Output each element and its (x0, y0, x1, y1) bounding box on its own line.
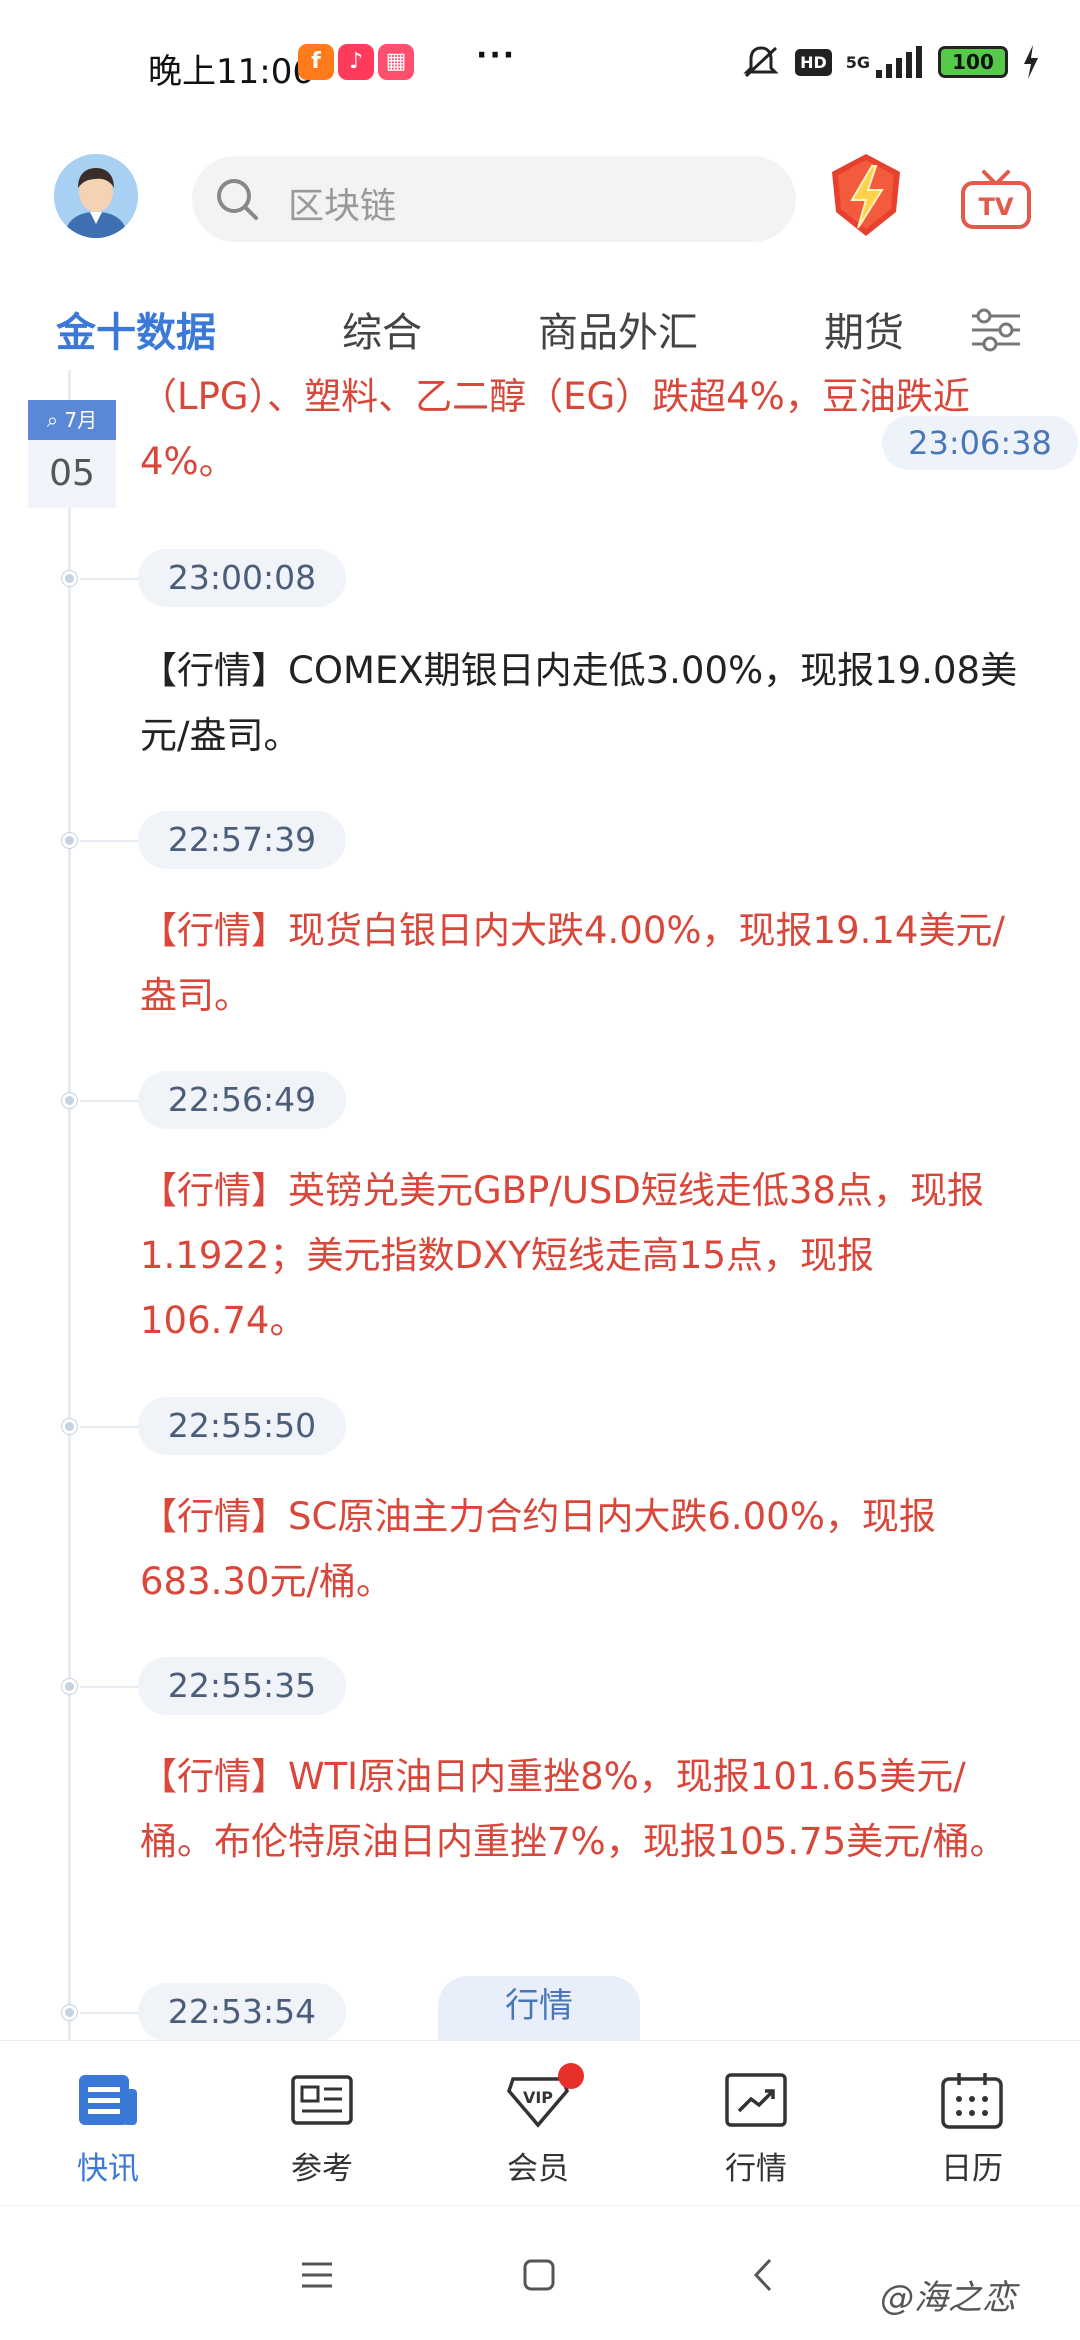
notification-dot (558, 2063, 584, 2089)
timeline-connector (80, 840, 140, 842)
timeline-connector (80, 578, 140, 580)
timeline-dot (62, 833, 77, 848)
nav-label: 会员 (507, 2151, 569, 2187)
system-navigation-bar: @海之恋 (0, 2205, 1080, 2340)
status-indicators: HD 5G 100 (741, 42, 1040, 82)
news-time: 22:55:35 (138, 1657, 346, 1715)
tab-commodities-forex[interactable]: 商品外汇 (538, 300, 698, 358)
timeline-dot (62, 1093, 77, 1108)
hd-icon: HD (795, 48, 832, 76)
timeline-connector (80, 1426, 140, 1428)
news-icon (79, 2075, 137, 2125)
tab-jin10-data[interactable]: 金十数据 (56, 300, 216, 358)
nav-label: 行情 (725, 2151, 787, 2187)
back-icon[interactable] (740, 2250, 790, 2300)
market-filter-tag[interactable]: 行情 (438, 1976, 640, 2040)
filter-settings-icon[interactable] (968, 308, 1024, 352)
nav-reference[interactable]: 参考 (252, 2071, 392, 2188)
menu-icon[interactable] (292, 2250, 342, 2300)
reference-icon (291, 2075, 353, 2125)
mute-icon (743, 46, 779, 78)
date-badge: ⌕ 7月 05 (28, 400, 116, 508)
timeline-dot (62, 1679, 77, 1694)
timeline-connector (80, 1100, 140, 1102)
news-feed[interactable]: （LPG）、塑料、乙二醇（EG）跌超4%，豆油跌近4%。 ⌕ 7月 05 23:… (0, 370, 1080, 2040)
news-item-text[interactable]: 【行情】英镑兑美元GBP/USD短线走低38点，现报1.1922；美元指数DXY… (140, 1158, 1020, 1353)
network-type: 5G (845, 52, 870, 72)
timeline-dot (62, 571, 77, 586)
tab-general[interactable]: 综合 (342, 300, 422, 358)
timeline-connector (80, 1686, 140, 1688)
nav-label: 参考 (291, 2151, 353, 2187)
date-month: ⌕ 7月 (28, 400, 116, 440)
nav-label: 日历 (941, 2151, 1003, 2187)
home-icon[interactable] (514, 2250, 564, 2300)
news-time: 22:56:49 (138, 1071, 346, 1129)
battery-icon: 100 (938, 46, 1008, 78)
calendar-icon (941, 2073, 1003, 2129)
signal-icon (876, 46, 922, 78)
charging-icon (1024, 45, 1038, 79)
news-item-text[interactable]: 【行情】现货白银日内大跌4.00%，现报19.14美元/盎司。 (140, 898, 1020, 1028)
app-grid-icon: ▦ (378, 44, 414, 80)
search-bar[interactable]: 区块链 (192, 156, 796, 242)
more-notifications-icon: ··· (476, 38, 517, 73)
nav-flash-news[interactable]: 快讯 (38, 2071, 178, 2188)
news-time: 22:53:54 (138, 1983, 346, 2040)
news-item-text[interactable]: 【行情】SC原油主力合约日内大跌6.00%，现报683.30元/桶。 (140, 1484, 1020, 1614)
news-item-text[interactable]: 【行情】WTI原油日内重挫8%，现报101.65美元/桶。布伦特原油日内重挫7%… (140, 1744, 1020, 1874)
svg-text:VIP: VIP (523, 2088, 553, 2107)
search-small-icon: ⌕ (46, 408, 59, 432)
timeline-dot (62, 2005, 77, 2020)
news-time: 22:55:50 (138, 1397, 346, 1455)
category-tabs: 金十数据 综合 商品外汇 期货 (0, 290, 1080, 370)
news-item-text[interactable]: 【行情】COMEX期银日内走低3.00%，现报19.08美元/盎司。 (140, 638, 1020, 768)
tv-icon[interactable]: TV (960, 170, 1032, 230)
tab-futures[interactable]: 期货 (824, 300, 904, 358)
current-time-badge: 23:06:38 (882, 416, 1078, 470)
date-month-label: 7月 (64, 408, 98, 432)
bottom-navigation: 快讯 参考 VIP 会员 行情 日历 (0, 2040, 1080, 2205)
market-chart-icon (725, 2073, 787, 2127)
timeline-connector (80, 2012, 140, 2014)
nav-vip[interactable]: VIP 会员 (468, 2063, 608, 2188)
music-app-icon: ♪ (338, 44, 374, 80)
nav-calendar[interactable]: 日历 (902, 2071, 1042, 2188)
top-header: 区块链 TV (0, 150, 1080, 260)
svg-text:TV: TV (979, 193, 1014, 221)
app-notification-icon: f (298, 44, 334, 80)
status-time: 晚上11:06 (148, 52, 314, 92)
avatar-icon (54, 154, 138, 238)
avatar[interactable] (54, 154, 138, 238)
status-bar: 晚上11:06 f ♪ ▦ ··· HD 5G 100 (0, 0, 1080, 130)
watermark-text: @海之恋 (880, 2278, 1016, 2318)
timeline-dot (62, 1419, 77, 1434)
news-time: 23:00:08 (138, 549, 346, 607)
news-time: 22:57:39 (138, 811, 346, 869)
lightning-badge-icon[interactable] (826, 150, 906, 240)
timeline-line (68, 370, 71, 2040)
nav-market[interactable]: 行情 (686, 2071, 826, 2188)
search-icon (217, 179, 258, 220)
date-day: 05 (49, 453, 95, 494)
nav-label: 快讯 (77, 2151, 139, 2187)
search-input[interactable]: 区块链 (288, 177, 396, 229)
